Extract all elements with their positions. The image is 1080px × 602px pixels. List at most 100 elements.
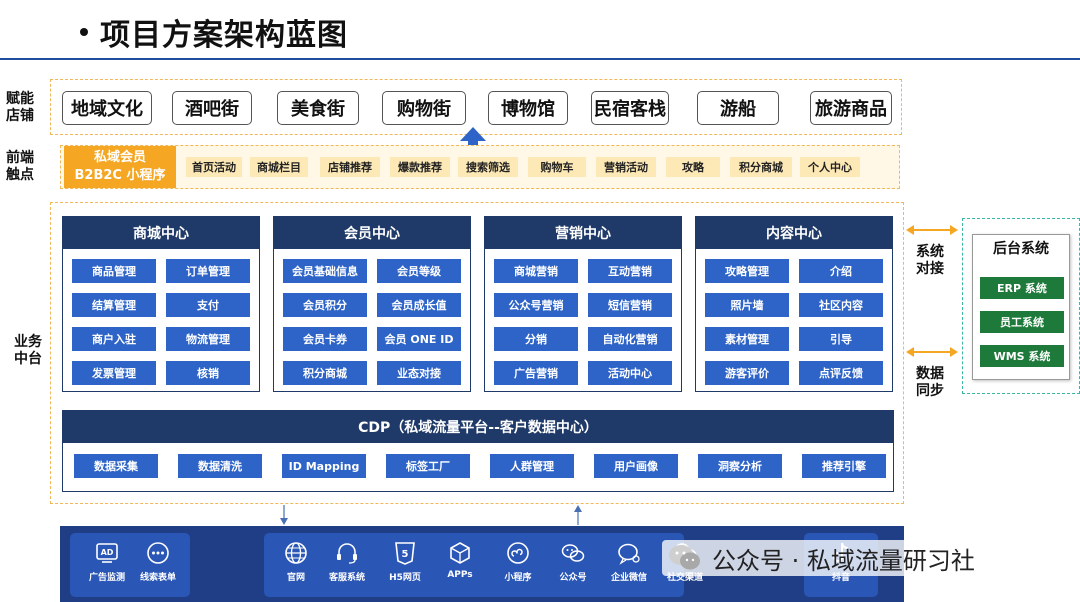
- touchpoint-chip: 个人中心: [800, 157, 860, 177]
- module-chip: 照片墙: [705, 293, 789, 317]
- channel-label: H5网页: [389, 573, 421, 583]
- touchpoint-chip: 积分商城: [730, 157, 792, 177]
- double-arrow-icon: [906, 225, 958, 235]
- touchpoint-chip: 营销活动: [596, 157, 656, 177]
- module-chip: 支付: [166, 293, 250, 317]
- touchpoint-chip: 购物车: [528, 157, 586, 177]
- module-chip: 引导: [799, 327, 883, 351]
- cdp-chip: 人群管理: [490, 454, 574, 478]
- label-business: 业务 中台: [14, 334, 42, 367]
- module-chip: 广告营销: [494, 361, 578, 385]
- wechat-logo-icon: [669, 545, 700, 570]
- panel-title: 内容中心: [696, 217, 892, 249]
- label-empower: 赋能 店铺: [6, 91, 34, 124]
- channel-item: APPs: [430, 540, 490, 580]
- module-chip: 社区内容: [799, 293, 883, 317]
- shop-box: 购物街: [382, 91, 466, 125]
- cdp-chip: ID Mapping: [282, 454, 366, 478]
- module-chip: 分销: [494, 327, 578, 351]
- dots-icon: [147, 542, 169, 564]
- module-chip: 发票管理: [72, 361, 156, 385]
- wecom-icon: [618, 543, 640, 565]
- channel-item: 线索表单: [128, 540, 188, 583]
- channel-label: APPs: [447, 570, 473, 580]
- module-chip: 会员基础信息: [283, 259, 367, 283]
- module-chip: 会员卡券: [283, 327, 367, 351]
- touchpoint-chip: 商城栏目: [250, 157, 308, 177]
- panel-title: 营销中心: [485, 217, 681, 249]
- channel-item: 客服系统: [317, 540, 377, 583]
- module-chip: 活动中心: [588, 361, 672, 385]
- backend-title: 后台系统: [993, 241, 1049, 257]
- cdp-chip: 用户画像: [594, 454, 678, 478]
- channel-item: 企业微信: [599, 540, 659, 583]
- miniapp-badge: 私域会员 B2B2C 小程序: [64, 146, 176, 188]
- module-chip: 游客评价: [705, 361, 789, 385]
- headset-icon: [337, 543, 357, 564]
- module-chip: 点评反馈: [799, 361, 883, 385]
- backend-chip: WMS 系统: [980, 345, 1064, 367]
- channel-item: 公众号: [543, 540, 603, 583]
- module-chip: 商品管理: [72, 259, 156, 283]
- module-chip: 会员等级: [377, 259, 461, 283]
- panel-title: 商城中心: [63, 217, 259, 249]
- module-chip: 业态对接: [377, 361, 461, 385]
- double-arrow-icon: [906, 347, 958, 357]
- module-chip: 核销: [166, 361, 250, 385]
- html5-icon: 5: [395, 542, 415, 565]
- shop-box: 地域文化: [62, 91, 152, 125]
- wechat-icon: [561, 544, 585, 562]
- backend-chip: ERP 系统: [980, 277, 1064, 299]
- channel-label: 线索表单: [139, 573, 176, 583]
- cube-icon: [450, 542, 470, 564]
- page-title-text: 项目方案架构蓝图: [100, 18, 348, 53]
- globe-icon: [285, 542, 307, 564]
- shop-box: 游船: [697, 91, 779, 125]
- module-chip: 介绍: [799, 259, 883, 283]
- module-chip: 自动化营销: [588, 327, 672, 351]
- page-title: 项目方案架构蓝图: [80, 10, 348, 54]
- module-chip: 攻略管理: [705, 259, 789, 283]
- cdp-chip: 洞察分析: [698, 454, 782, 478]
- touchpoint-chip: 搜索筛选: [458, 157, 518, 177]
- miniprogram-icon: [507, 542, 529, 564]
- module-chip: 积分商城: [283, 361, 367, 385]
- cdp-title: CDP（私域流量平台--客户数据中心）: [63, 411, 893, 443]
- module-chip: 物流管理: [166, 327, 250, 351]
- svg-text:AD: AD: [101, 548, 114, 557]
- shop-box: 美食街: [277, 91, 359, 125]
- panel-title: 会员中心: [274, 217, 470, 249]
- module-chip: 订单管理: [166, 259, 250, 283]
- label-data-sync: 数据 同步: [916, 366, 944, 399]
- label-system-dock: 系统 对接: [916, 244, 944, 277]
- module-chip: 短信营销: [588, 293, 672, 317]
- miniapp-line2: B2B2C 小程序: [74, 168, 166, 183]
- module-chip: 结算管理: [72, 293, 156, 317]
- module-chip: 素材管理: [705, 327, 789, 351]
- bullet-icon: [80, 28, 88, 36]
- cdp-chip: 数据清洗: [178, 454, 262, 478]
- module-chip: 会员 ONE ID: [377, 327, 461, 351]
- channel-label: 企业微信: [610, 573, 647, 583]
- title-divider: [0, 58, 1080, 60]
- channel-label: 公众号: [559, 573, 587, 583]
- ad-icon: AD: [96, 543, 118, 563]
- shop-box: 民宿客栈: [591, 91, 669, 125]
- label-front: 前端 触点: [6, 150, 34, 183]
- module-chip: 商城营销: [494, 259, 578, 283]
- channel-label: 小程序: [504, 573, 532, 583]
- module-chip: 会员成长值: [377, 293, 461, 317]
- down-arrow-icon: [280, 505, 288, 525]
- shop-box: 旅游商品: [810, 91, 892, 125]
- watermark-text: 公众号 · 私域流量研习社: [712, 546, 975, 575]
- channel-label: 客服系统: [328, 573, 365, 583]
- backend-chip: 员工系统: [980, 311, 1064, 333]
- up-small-arrow-icon: [574, 505, 582, 525]
- cdp-panel: CDP（私域流量平台--客户数据中心）: [62, 410, 894, 492]
- miniapp-line1: 私域会员: [93, 150, 146, 165]
- touchpoint-chip: 店铺推荐: [320, 157, 380, 177]
- touchpoint-chip: 首页活动: [186, 157, 242, 177]
- touchpoint-chip: 攻略: [666, 157, 720, 177]
- module-chip: 商户入驻: [72, 327, 156, 351]
- channel-item: 小程序: [488, 540, 548, 583]
